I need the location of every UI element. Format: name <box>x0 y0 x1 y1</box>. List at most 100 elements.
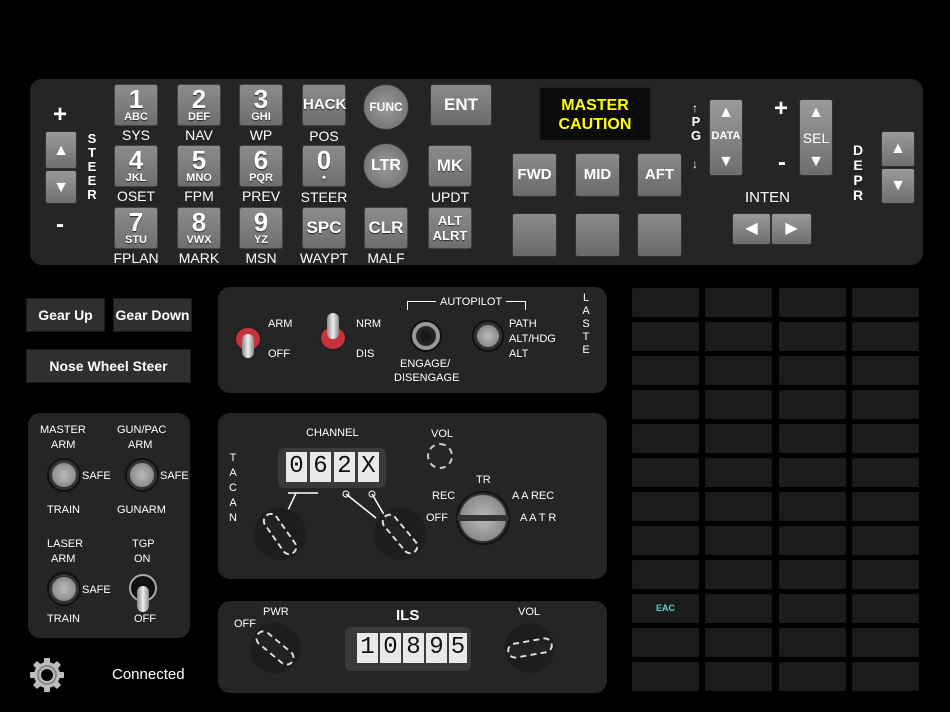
sel-down-icon[interactable]: ▼ <box>800 153 832 171</box>
nose-wheel-steer-button[interactable]: Nose Wheel Steer <box>26 349 191 383</box>
indicator-cell[interactable] <box>852 492 919 521</box>
indicator-cell[interactable] <box>852 662 919 691</box>
indicator-cell[interactable] <box>852 594 919 623</box>
indicator-cell[interactable] <box>632 492 699 521</box>
blank-button-1[interactable] <box>512 213 557 257</box>
data-rocker[interactable]: ▲ DATA ▼ <box>709 99 743 176</box>
data-up-icon[interactable]: ▲ <box>710 104 742 122</box>
indicator-cell[interactable] <box>779 662 846 691</box>
key-4-button[interactable]: 4 JKL <box>114 145 158 187</box>
indicator-cell[interactable] <box>779 628 846 657</box>
indicator-cell[interactable] <box>632 356 699 385</box>
key-7-button[interactable]: 7 STU <box>114 207 158 249</box>
indicator-cell[interactable] <box>779 288 846 317</box>
gear-up-button[interactable]: Gear Up <box>26 298 105 332</box>
indicator-cell[interactable] <box>852 526 919 555</box>
indicator-cell[interactable] <box>705 390 772 419</box>
ent-button[interactable]: ENT <box>430 84 492 126</box>
key-6-button[interactable]: 6 PQR <box>239 145 283 187</box>
indicator-cell[interactable] <box>632 424 699 453</box>
indicator-cell[interactable] <box>705 492 772 521</box>
key-8-button[interactable]: 8 VWX <box>177 207 221 249</box>
steer-up-button[interactable]: ▲ <box>45 131 77 169</box>
indicator-cell[interactable] <box>779 458 846 487</box>
master-caution-light[interactable]: MASTER CAUTION <box>538 86 652 142</box>
data-down-icon[interactable]: ▼ <box>710 153 742 171</box>
key-3-button[interactable]: 3 GHI <box>239 84 283 126</box>
indicator-cell[interactable] <box>779 424 846 453</box>
indicator-cell[interactable] <box>632 458 699 487</box>
settings-button[interactable] <box>28 656 66 694</box>
indicator-cell[interactable] <box>705 356 772 385</box>
engage-disengage-button[interactable] <box>412 322 440 350</box>
indicator-cell[interactable] <box>779 560 846 589</box>
key-2-button[interactable]: 2 DEF <box>177 84 221 126</box>
indicator-cell[interactable] <box>779 322 846 351</box>
mk-button[interactable]: MK <box>428 145 472 187</box>
indicator-cell[interactable] <box>779 492 846 521</box>
indicator-cell[interactable] <box>632 662 699 691</box>
zero-button[interactable]: 0 • <box>302 145 346 187</box>
gunpac-arm-switch[interactable] <box>127 460 157 490</box>
indicator-cell[interactable] <box>779 526 846 555</box>
indicator-cell[interactable] <box>705 526 772 555</box>
indicator-cell[interactable] <box>632 288 699 317</box>
tgp-toggle[interactable] <box>129 574 157 614</box>
indicator-cell[interactable] <box>705 458 772 487</box>
indicator-cell[interactable] <box>852 458 919 487</box>
blank-button-2[interactable] <box>575 213 620 257</box>
indicator-cell[interactable] <box>852 390 919 419</box>
indicator-cell[interactable] <box>705 628 772 657</box>
indicator-cell[interactable] <box>852 560 919 589</box>
depr-up-button[interactable]: ▲ <box>881 131 915 167</box>
indicator-cell[interactable] <box>632 322 699 351</box>
inten-right-button[interactable]: ▶ <box>771 213 812 245</box>
gear-icon[interactable] <box>28 656 66 694</box>
indicator-cell[interactable] <box>852 628 919 657</box>
indicator-cell[interactable] <box>632 628 699 657</box>
steer-down-button[interactable]: ▼ <box>45 170 77 204</box>
tacan-channel-knob-left[interactable] <box>254 508 306 560</box>
key-1-button[interactable]: 1 ABC <box>114 84 158 126</box>
sel-rocker[interactable]: ▲ SEL ▼ <box>799 99 833 176</box>
indicator-cell[interactable] <box>632 390 699 419</box>
alt-alrt-button[interactable]: ALT ALRT <box>428 207 472 249</box>
ltr-button[interactable]: LTR <box>363 143 409 189</box>
indicator-cell[interactable] <box>852 424 919 453</box>
key-5-button[interactable]: 5 MNO <box>177 145 221 187</box>
func-button[interactable]: FUNC <box>363 84 409 130</box>
indicator-cell[interactable] <box>705 560 772 589</box>
indicator-cell[interactable] <box>779 356 846 385</box>
gear-down-button[interactable]: Gear Down <box>113 298 192 332</box>
spc-button[interactable]: SPC <box>302 207 346 249</box>
key-9-button[interactable]: 9 YZ <box>239 207 283 249</box>
laser-arm-switch[interactable] <box>49 574 79 604</box>
indicator-cell[interactable] <box>705 424 772 453</box>
clr-button[interactable]: CLR <box>364 207 408 249</box>
indicator-cell[interactable] <box>852 322 919 351</box>
ils-vol-knob[interactable] <box>505 623 555 673</box>
indicator-cell[interactable] <box>632 560 699 589</box>
indicator-cell[interactable] <box>779 594 846 623</box>
blank-button-3[interactable] <box>637 213 682 257</box>
arm-toggle[interactable] <box>234 322 262 358</box>
aft-button[interactable]: AFT <box>637 153 682 197</box>
nrm-dis-toggle[interactable] <box>319 313 347 353</box>
ils-pwr-knob[interactable] <box>250 623 300 673</box>
indicator-cell[interactable] <box>632 526 699 555</box>
indicator-cell[interactable] <box>705 662 772 691</box>
hack-button[interactable]: HACK <box>302 84 346 126</box>
indicator-cell[interactable] <box>852 288 919 317</box>
master-arm-switch[interactable] <box>49 460 79 490</box>
eac-indicator[interactable]: EAC <box>632 594 699 623</box>
indicator-cell[interactable] <box>705 288 772 317</box>
depr-down-button[interactable]: ▼ <box>881 168 915 204</box>
tacan-channel-knob-right[interactable] <box>374 508 426 560</box>
inten-left-button[interactable]: ◀ <box>732 213 771 245</box>
indicator-cell[interactable] <box>705 594 772 623</box>
mid-button[interactable]: MID <box>575 153 620 197</box>
fwd-button[interactable]: FWD <box>512 153 557 197</box>
indicator-cell[interactable] <box>779 390 846 419</box>
sel-up-icon[interactable]: ▲ <box>800 104 832 122</box>
tacan-vol-knob[interactable] <box>427 443 453 469</box>
